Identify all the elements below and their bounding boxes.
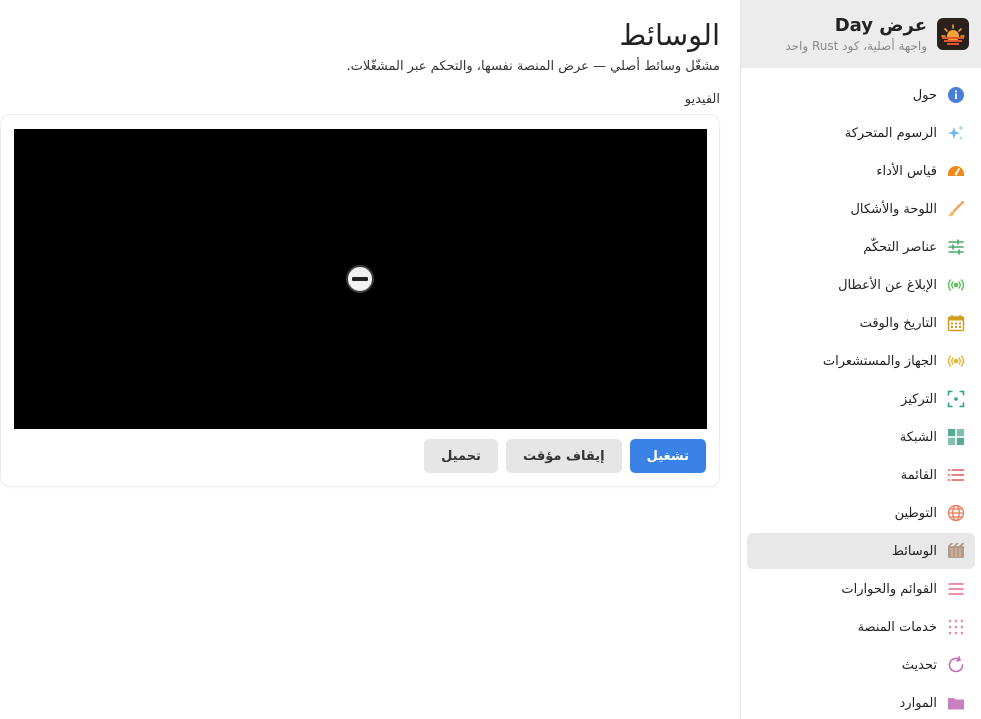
sidebar-item-label: الوسائط — [891, 543, 937, 559]
no-entry-icon — [346, 265, 374, 293]
sidebar-item-label: الإبلاغ عن الأعطال — [838, 277, 937, 293]
sidebar-item-label: التوطين — [894, 505, 937, 521]
sidebar-item-label: الجهاز والمستشعرات — [822, 353, 937, 369]
app-subtitle: واجهة أصلية، كود Rust واحد — [785, 38, 927, 53]
sidebar-item-about[interactable]: حول — [747, 77, 975, 113]
brush-icon — [947, 200, 965, 218]
sidebar-item-date-time[interactable]: التاريخ والوقت — [747, 305, 975, 341]
broadcast-icon — [947, 276, 965, 294]
sidebar-item-label: الشبكة — [899, 429, 937, 445]
sidebar-item-label: القائمة — [900, 467, 937, 483]
app-window: عرض Day واجهة أصلية، كود Rust واحد حول ا… — [0, 0, 981, 719]
sidebar-item-focus[interactable]: التركيز — [747, 381, 975, 417]
film-icon — [947, 542, 965, 560]
sidebar-item-label: تحديث — [901, 657, 937, 673]
page-title: الوسائط — [619, 18, 720, 52]
media-controls: تشغيل إيقاف مؤقت تحميل — [424, 439, 706, 473]
sidebar-item-label: القوائم والحوارات — [841, 581, 937, 597]
menu-icon — [947, 580, 965, 598]
sidebar-item-media[interactable]: الوسائط — [747, 533, 975, 569]
globe-icon — [947, 504, 965, 522]
sidebar-item-grid[interactable]: الشبكة — [747, 419, 975, 455]
sidebar-nav: حول الرسوم المتحركة قياس الأداء اللوحة و… — [741, 68, 981, 719]
pause-button[interactable]: إيقاف مؤقت — [505, 439, 622, 473]
video-player[interactable] — [14, 129, 707, 429]
section-label-video: الفيديو — [684, 92, 720, 107]
sidebar-item-list[interactable]: القائمة — [747, 457, 975, 493]
sidebar-item-crash-reporting[interactable]: الإبلاغ عن الأعطال — [747, 267, 975, 303]
sidebar-item-localization[interactable]: التوطين — [747, 495, 975, 531]
refresh-icon — [947, 656, 965, 674]
sidebar-item-label: خدمات المنصة — [857, 619, 937, 635]
sidebar-item-label: اللوحة والأشكال — [850, 201, 937, 217]
sliders-icon — [947, 238, 965, 256]
load-button[interactable]: تحميل — [424, 439, 498, 473]
sidebar-item-menus-dialogs[interactable]: القوائم والحوارات — [747, 571, 975, 607]
sidebar-item-platform-services[interactable]: خدمات المنصة — [747, 609, 975, 645]
info-icon — [947, 86, 965, 104]
sidebar-item-label: حول — [912, 87, 937, 103]
sidebar-item-label: الموارد — [899, 695, 937, 711]
sidebar-item-label: الرسوم المتحركة — [844, 125, 937, 141]
sidebar-item-label: التركيز — [901, 391, 937, 407]
sidebar-header: عرض Day واجهة أصلية، كود Rust واحد — [741, 0, 981, 68]
dots-grid-icon — [947, 618, 965, 636]
page-description: مشغّل وسائط أصلي — عرض المنصة نفسها، وال… — [346, 59, 720, 74]
focus-icon — [947, 390, 965, 408]
calendar-icon — [947, 314, 965, 332]
grid-icon — [947, 428, 965, 446]
media-card: تشغيل إيقاف مؤقت تحميل — [0, 114, 720, 487]
sensor-icon — [947, 352, 965, 370]
sidebar-item-controls[interactable]: عناصر التحكّم — [747, 229, 975, 265]
sidebar-item-resources[interactable]: الموارد — [747, 685, 975, 719]
app-logo-icon — [937, 18, 969, 50]
sidebar: عرض Day واجهة أصلية، كود Rust واحد حول ا… — [740, 0, 981, 719]
sidebar-item-label: التاريخ والوقت — [859, 315, 937, 331]
sidebar-item-label: عناصر التحكّم — [863, 239, 937, 255]
gauge-icon — [947, 162, 965, 180]
app-titles: عرض Day واجهة أصلية، كود Rust واحد — [785, 15, 927, 54]
list-icon — [947, 466, 965, 484]
sidebar-item-label: قياس الأداء — [876, 163, 937, 179]
sidebar-item-performance[interactable]: قياس الأداء — [747, 153, 975, 189]
sidebar-item-animations[interactable]: الرسوم المتحركة — [747, 115, 975, 151]
folder-icon — [947, 694, 965, 712]
main-content: الوسائط مشغّل وسائط أصلي — عرض المنصة نف… — [0, 0, 740, 719]
sparkles-icon — [947, 124, 965, 142]
app-title: عرض Day — [834, 14, 927, 36]
play-button[interactable]: تشغيل — [629, 439, 706, 473]
sidebar-item-device-sensors[interactable]: الجهاز والمستشعرات — [747, 343, 975, 379]
sidebar-item-canvas-shapes[interactable]: اللوحة والأشكال — [747, 191, 975, 227]
sidebar-item-update[interactable]: تحديث — [747, 647, 975, 683]
